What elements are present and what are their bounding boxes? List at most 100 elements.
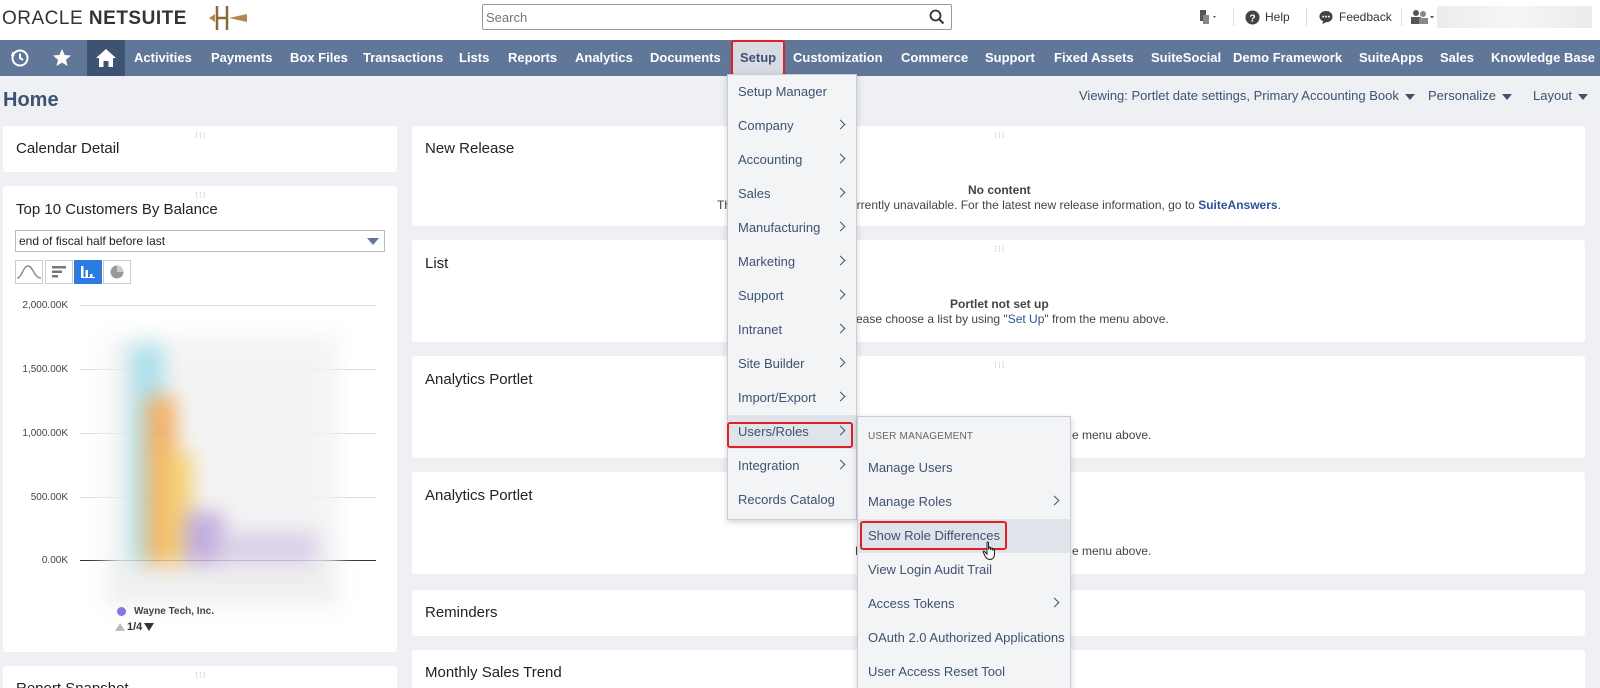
drag-handle-icon[interactable]: ⁝⁝⁝ — [994, 244, 1006, 255]
nav-demo-framework[interactable]: Demo Framework — [1233, 40, 1342, 76]
nav-lists[interactable]: Lists — [459, 40, 489, 76]
menu-item-label: Integration — [738, 458, 800, 473]
nav-commerce[interactable]: Commerce — [901, 40, 968, 76]
recent-records-button[interactable] — [1198, 6, 1220, 28]
chevron-right-icon — [835, 289, 846, 300]
set-up-link[interactable]: Set Up — [1008, 312, 1045, 326]
menu-setup-manager[interactable]: Setup Manager — [728, 75, 856, 109]
nav-analytics[interactable]: Analytics — [575, 40, 633, 76]
portlet-title: Monthly Sales Trend — [425, 664, 562, 681]
nav-suiteapps[interactable]: SuiteApps — [1359, 40, 1423, 76]
line-chart-button[interactable] — [15, 260, 43, 284]
menu-manage-users[interactable]: Manage Users — [858, 451, 1070, 485]
user-account-name[interactable] — [1437, 6, 1592, 28]
nav-transactions[interactable]: Transactions — [363, 40, 443, 76]
nav-suitesocial[interactable]: SuiteSocial — [1151, 40, 1221, 76]
nav-box-files[interactable]: Box Files — [290, 40, 348, 76]
menu-view-login-audit-trail[interactable]: View Login Audit Trail — [858, 553, 1070, 587]
global-search[interactable] — [482, 4, 952, 30]
home-button[interactable] — [87, 40, 125, 76]
feedback-icon — [1319, 10, 1333, 24]
empty-state-title: Portlet not set up — [950, 297, 1049, 311]
pie-chart-button[interactable] — [103, 260, 131, 284]
menu-item-label: Accounting — [738, 152, 803, 167]
nav-documents[interactable]: Documents — [650, 40, 721, 76]
feedback-button[interactable]: Feedback — [1318, 6, 1392, 28]
caret-down-icon — [1404, 93, 1415, 100]
role-menu-button[interactable] — [1410, 6, 1436, 28]
menu-integration[interactable]: Integration — [728, 449, 856, 483]
pager-down-icon[interactable] — [144, 623, 155, 631]
nav-payments[interactable]: Payments — [211, 40, 272, 76]
drag-handle-icon[interactable]: ⁝⁝⁝ — [195, 130, 207, 141]
menu-marketing[interactable]: Marketing — [728, 245, 856, 279]
empty-state-text: e menu above. — [1072, 428, 1152, 442]
search-input[interactable] — [483, 5, 903, 29]
menu-support[interactable]: Support — [728, 279, 856, 313]
viewing-label: Viewing: Portlet date settings, Primary … — [1079, 88, 1399, 103]
menu-item-label: Site Builder — [738, 356, 805, 371]
nav-reports[interactable]: Reports — [508, 40, 557, 76]
drag-handle-icon[interactable]: ⁝⁝⁝ — [994, 130, 1006, 141]
nav-customization[interactable]: Customization — [793, 40, 883, 76]
nav-knowledge-base[interactable]: Knowledge Base — [1491, 40, 1595, 76]
drag-handle-icon[interactable]: ⁝⁝⁝ — [994, 360, 1006, 371]
nav-fixed-assets[interactable]: Fixed Assets — [1054, 40, 1134, 76]
header-divider — [1401, 8, 1402, 26]
personalize-dropdown[interactable]: Personalize — [1428, 88, 1512, 103]
nav-setup[interactable]: Setup — [731, 40, 786, 76]
drag-handle-icon[interactable]: ⁝⁝⁝ — [195, 190, 207, 201]
company-logo-icon[interactable] — [207, 3, 253, 33]
viewing-settings-dropdown[interactable]: Viewing: Portlet date settings, Primary … — [1079, 88, 1415, 103]
empty-state-text: currently unavailable. For the latest ne… — [844, 198, 1281, 212]
suiteanswers-link[interactable]: SuiteAnswers — [1198, 198, 1277, 212]
main-nav-bar: Activities Payments Box Files Transactio… — [0, 40, 1600, 76]
pie-chart-icon — [110, 265, 124, 279]
menu-item-label: Import/Export — [738, 390, 817, 405]
chevron-right-icon — [835, 357, 846, 368]
empty-state-message: ease choose a list by using " — [856, 312, 1008, 326]
line-chart-icon — [16, 265, 42, 279]
y-axis-tick: 0.00K — [41, 555, 68, 566]
menu-company[interactable]: Company — [728, 109, 856, 143]
period-select[interactable]: end of fiscal half before last — [15, 230, 385, 252]
menu-sales[interactable]: Sales — [728, 177, 856, 211]
search-icon[interactable] — [929, 9, 945, 25]
caret-down-icon — [367, 238, 379, 245]
shortcuts-button[interactable] — [43, 40, 81, 76]
column-chart-button[interactable] — [74, 260, 102, 284]
menu-import-export[interactable]: Import/Export — [728, 381, 856, 415]
pager-up-icon[interactable] — [115, 623, 125, 631]
legend-dot-icon — [117, 607, 126, 616]
grid-line — [80, 305, 376, 306]
bar-chart-horizontal-button[interactable] — [45, 260, 73, 284]
menu-site-builder[interactable]: Site Builder — [728, 347, 856, 381]
nav-sales[interactable]: Sales — [1440, 40, 1474, 76]
help-button[interactable]: ? Help — [1245, 6, 1290, 28]
menu-access-tokens[interactable]: Access Tokens — [858, 587, 1070, 621]
drag-handle-icon[interactable]: ⁝⁝⁝ — [195, 670, 207, 681]
layout-dropdown[interactable]: Layout — [1533, 88, 1589, 103]
recent-button[interactable] — [0, 40, 40, 76]
nav-activities[interactable]: Activities — [134, 40, 192, 76]
caret-down-icon — [1501, 93, 1512, 100]
menu-item-label: Sales — [738, 186, 771, 201]
menu-item-label: Intranet — [738, 322, 783, 337]
chevron-right-icon — [835, 391, 846, 402]
y-axis-tick: 2,000.00K — [22, 300, 68, 311]
calendar-detail-portlet: ⁝⁝⁝ Calendar Detail — [3, 126, 397, 172]
menu-manage-roles[interactable]: Manage Roles — [858, 485, 1070, 519]
menu-item-label: User Access Reset Tool — [868, 664, 1006, 679]
menu-accounting[interactable]: Accounting — [728, 143, 856, 177]
y-axis-tick: 1,500.00K — [22, 364, 68, 375]
page-title: Home — [3, 89, 59, 111]
chevron-right-icon — [835, 119, 846, 130]
menu-manufacturing[interactable]: Manufacturing — [728, 211, 856, 245]
menu-intranet[interactable]: Intranet — [728, 313, 856, 347]
history-clock-icon — [11, 49, 29, 67]
netsuite-logo[interactable]: ORACLE NETSUITE — [2, 8, 187, 30]
menu-user-access-reset-tool[interactable]: User Access Reset Tool — [858, 655, 1070, 688]
nav-support[interactable]: Support — [985, 40, 1035, 76]
menu-records-catalog[interactable]: Records Catalog — [728, 483, 856, 517]
menu-oauth-authorized-apps[interactable]: OAuth 2.0 Authorized Applications — [858, 621, 1070, 655]
